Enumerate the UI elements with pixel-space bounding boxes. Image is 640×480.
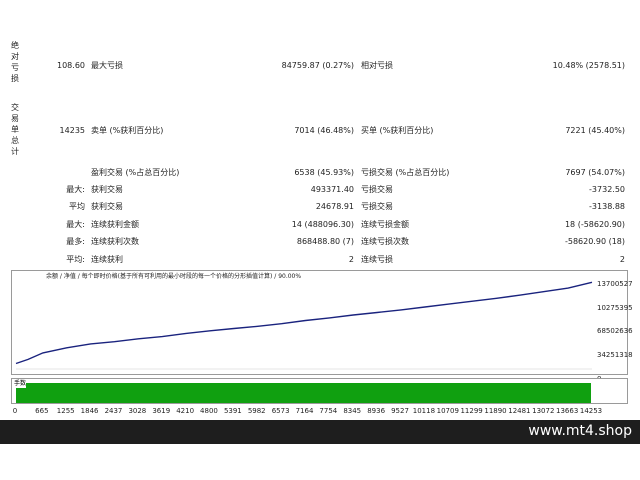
x-tick-label: 8936: [367, 407, 386, 415]
row-left-label: 获利交易: [91, 202, 123, 211]
x-tick-label: 2437: [104, 407, 123, 415]
row-right-label: 连续亏损: [361, 255, 393, 264]
row-right-value: 2: [619, 255, 625, 264]
loss-trades-label: 亏损交易 (%占总百分比): [361, 168, 450, 177]
row-right-label: 亏损交易: [361, 185, 393, 194]
loss-trades-value: 7697 (54.07%): [565, 168, 625, 177]
row-left-label: 获利交易: [91, 185, 123, 194]
total-trades-value: 14235: [59, 126, 85, 135]
profit-trades-label: 盈利交易 (%占总百分比): [91, 168, 180, 177]
row-right-value: -3732.50: [589, 185, 625, 194]
volume-bars: [16, 383, 591, 403]
volume-label: 手数: [14, 380, 27, 388]
rel-drawdown-value: 10.48% (2578.51): [552, 61, 625, 70]
long-trades-label: 买单 (%获利百分比): [361, 126, 434, 135]
row-right-value: -3138.88: [589, 202, 625, 211]
rel-drawdown-label: 相对亏损: [361, 61, 393, 70]
x-tick-label: 11890: [484, 407, 507, 415]
balance-series-line: [15, 281, 593, 365]
row-right-value: -58620.90 (18): [564, 237, 625, 246]
y-tick-label: 68502636: [597, 327, 633, 335]
row-prefix: 平均: [69, 202, 85, 211]
row-right-value: 18 (-58620.90): [564, 220, 625, 229]
balance-chart-panel: 余额 净值 余额 / 净值 / 每个即时价格(基于所有可利用的最小时段的每一个价…: [11, 270, 628, 375]
x-tick-label: 6573: [271, 407, 290, 415]
footer: www.mt4.shop: [0, 420, 640, 480]
y-tick-label: 10275395: [597, 304, 633, 312]
x-tick-label: 11299: [460, 407, 483, 415]
x-tick-label: 10118: [412, 407, 436, 415]
x-tick-label: 7164: [295, 407, 314, 415]
x-tick-label: 10709: [436, 407, 459, 415]
x-tick-label: 665: [35, 407, 49, 415]
x-tick-label: 13663: [556, 407, 579, 415]
abs-drawdown-label: 绝 对 亏 损: [11, 41, 19, 83]
y-tick-label: 13700527: [597, 280, 633, 288]
x-tick-label: 3619: [152, 407, 171, 415]
x-tick-label: 1255: [56, 407, 75, 415]
row-left-value: 868488.80 (7): [296, 237, 354, 246]
row-prefix: 最多:: [66, 237, 85, 246]
footer-bar: www.mt4.shop: [0, 420, 640, 444]
row-right-label: 连续亏损金额: [361, 220, 409, 229]
max-drawdown-label: 最大亏损: [91, 61, 123, 70]
x-tick-label: 4800: [200, 407, 218, 415]
short-trades-label: 卖单 (%获利百分比): [91, 126, 164, 135]
x-tick-label: 5391: [223, 407, 242, 415]
x-tick-label: 5982: [247, 407, 266, 415]
row-prefix: 最大:: [66, 185, 85, 194]
abs-drawdown-value: 108.60: [57, 61, 85, 70]
row-left-label: 连续获利金额: [91, 220, 139, 229]
x-tick-label: 13072: [532, 407, 555, 415]
balance-line-chart: [15, 281, 593, 370]
row-left-value: 24678.91: [315, 202, 354, 211]
x-tick-label: 8345: [343, 407, 362, 415]
chart-legend-text: 余额 / 净值 / 每个即时价格(基于所有可利用的最小时段的每一个价格的分形插值…: [46, 273, 302, 280]
x-tick-label: 12481: [508, 407, 531, 415]
row-left-label: 连续获利次数: [91, 237, 139, 246]
row-left-value: 493371.40: [310, 185, 354, 194]
total-trades-label: 交 易 单 总 计: [11, 103, 19, 156]
short-trades-value: 7014 (46.48%): [294, 126, 354, 135]
row-prefix: 最大:: [66, 220, 85, 229]
volume-panel: 手数: [11, 378, 628, 404]
max-drawdown-value: 84759.87 (0.27%): [281, 61, 354, 70]
brand-watermark: www.mt4.shop: [528, 423, 632, 439]
row-left-label: 连续获利: [91, 255, 123, 264]
x-tick-label: 7754: [319, 407, 338, 415]
x-tick-label: 4210: [176, 407, 195, 415]
x-tick-label: 0: [12, 407, 18, 415]
profit-trades-value: 6538 (45.93%): [294, 168, 354, 177]
row-right-label: 亏损交易: [361, 202, 393, 211]
row-left-value: 2: [348, 255, 354, 264]
x-tick-label: 1846: [80, 407, 99, 415]
x-tick-label: 14253: [579, 407, 603, 415]
row-prefix: 平均:: [66, 255, 85, 264]
row-left-value: 14 (488096.30): [291, 220, 354, 229]
x-tick-label: 3028: [128, 407, 147, 415]
y-tick-label: 34251318: [597, 351, 633, 359]
long-trades-value: 7221 (45.40%): [565, 126, 625, 135]
x-tick-label: 9527: [391, 407, 409, 415]
row-right-label: 连续亏损次数: [361, 237, 409, 246]
